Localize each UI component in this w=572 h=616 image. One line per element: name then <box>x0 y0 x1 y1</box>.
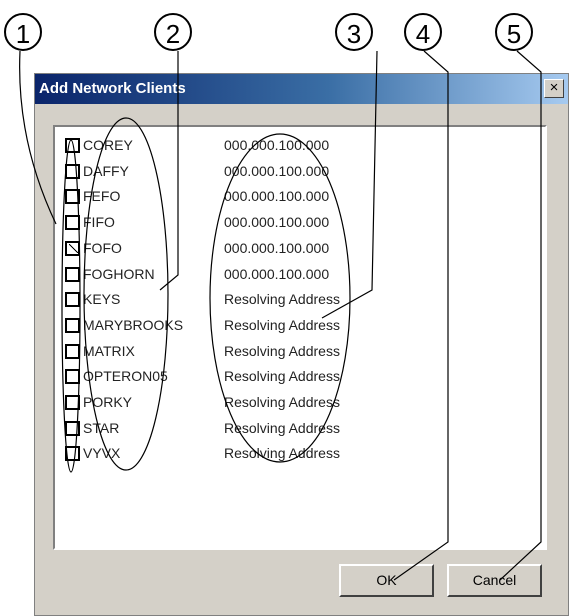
callout-4: 4 <box>404 13 442 51</box>
client-address: 000.000.100.000 <box>224 214 330 231</box>
client-checkbox[interactable] <box>65 189 80 205</box>
client-list[interactable]: COREY 000.000.100.000 DAFFY 000.000.100.000… <box>53 125 547 550</box>
list-item[interactable]: FOGHORN 000.000.100.000 <box>65 263 535 285</box>
client-address: Resolving Address <box>224 419 340 436</box>
list-item[interactable]: DAFFY 000.000.100.000 <box>65 160 535 182</box>
list-item[interactable]: STAR Resolving Address <box>65 417 535 439</box>
client-checkbox[interactable] <box>65 420 80 436</box>
client-name: KEYS <box>83 291 121 308</box>
client-name: FOGHORN <box>83 265 155 282</box>
client-address: 000.000.100.000 <box>224 239 330 256</box>
client-address: Resolving Address <box>224 445 340 462</box>
client-checkbox[interactable] <box>65 369 80 385</box>
client-name: MARYBROOKS <box>83 316 184 333</box>
title-bar[interactable]: Add Network Clients × <box>35 74 568 104</box>
client-address: 000.000.100.000 <box>224 137 330 153</box>
client-checkbox[interactable] <box>65 163 80 179</box>
list-item[interactable]: COREY 000.000.100.000 <box>65 134 535 156</box>
dialog-title: Add Network Clients <box>39 80 186 97</box>
ok-button[interactable]: OK <box>339 564 434 597</box>
list-item[interactable]: PORKY Resolving Address <box>65 391 535 413</box>
client-checkbox[interactable] <box>65 215 80 231</box>
client-name: FIFO <box>83 214 115 231</box>
client-name: VYVX <box>83 445 121 462</box>
client-checkbox[interactable] <box>65 292 80 308</box>
list-item[interactable]: KEYS Resolving Address <box>65 288 535 310</box>
client-checkbox[interactable] <box>65 317 80 333</box>
list-item[interactable]: MATRIX Resolving Address <box>65 340 535 362</box>
list-item[interactable]: FIFO 000.000.100.000 <box>65 211 535 233</box>
list-item[interactable]: FOFO 000.000.100.000 <box>65 237 535 259</box>
callout-2: 2 <box>154 13 192 51</box>
client-name: OPTERON05 <box>83 368 168 385</box>
client-name: PORKY <box>83 394 133 410</box>
callout-1: 1 <box>4 13 42 51</box>
client-checkbox[interactable] <box>65 266 80 282</box>
client-checkbox[interactable] <box>65 395 80 410</box>
client-checkbox[interactable] <box>65 138 80 153</box>
client-name: FEFO <box>83 188 121 205</box>
client-address: 000.000.100.000 <box>224 188 330 205</box>
list-item[interactable]: OPTERON05 Resolving Address <box>65 365 535 387</box>
list-item[interactable]: FEFO 000.000.100.000 <box>65 185 535 207</box>
list-item[interactable]: VYVX Resolving Address <box>65 442 535 464</box>
client-address: 000.000.100.000 <box>224 162 330 179</box>
list-item[interactable]: MARYBROOKS Resolving Address <box>65 314 535 336</box>
client-name: COREY <box>83 137 133 153</box>
client-checkbox[interactable] <box>65 240 80 256</box>
close-button[interactable]: × <box>544 79 564 98</box>
client-address: Resolving Address <box>224 342 340 359</box>
client-checkbox[interactable] <box>65 446 80 462</box>
cancel-button[interactable]: Cancel <box>447 564 542 597</box>
client-address: Resolving Address <box>224 394 340 410</box>
client-address: Resolving Address <box>224 368 340 385</box>
client-checkbox[interactable] <box>65 343 80 359</box>
client-address: 000.000.100.000 <box>224 265 330 282</box>
client-name: STAR <box>83 419 120 436</box>
add-network-clients-dialog: Add Network Clients × COREY 000.000.100.0… <box>34 73 569 616</box>
client-address: Resolving Address <box>224 291 340 308</box>
client-name: DAFFY <box>83 162 129 179</box>
client-name: MATRIX <box>83 342 135 359</box>
callout-5: 5 <box>495 13 533 51</box>
callout-3: 3 <box>335 13 373 51</box>
client-name: FOFO <box>83 239 122 256</box>
client-address: Resolving Address <box>224 316 340 333</box>
